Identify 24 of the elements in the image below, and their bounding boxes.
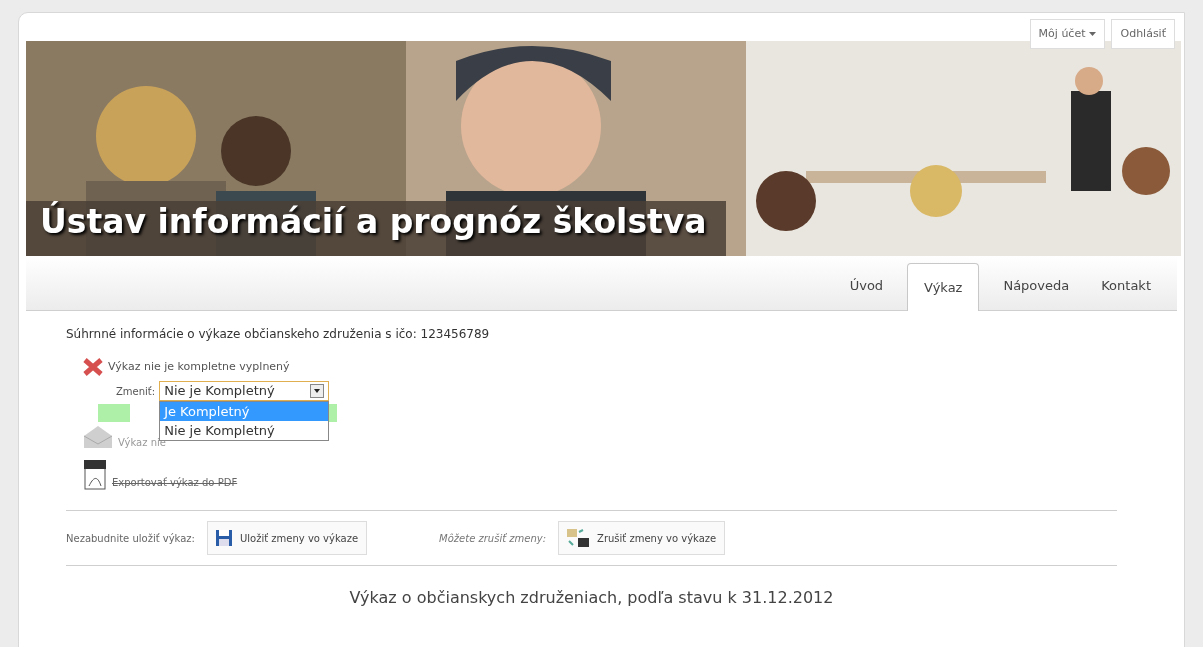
envelope-icon	[82, 424, 114, 450]
status-text: Výkaz nie je kompletne vyplnený	[108, 358, 290, 375]
site-title: Ústav informácií a prognóz školstva	[40, 200, 707, 243]
cancel-button[interactable]: Zrušiť zmeny vo výkaze	[558, 521, 726, 555]
caret-icon	[310, 384, 325, 398]
dropdown-option[interactable]: Nie je Kompletný	[160, 421, 329, 440]
status-select[interactable]: Nie je Kompletný	[159, 381, 330, 401]
pdf-icon	[84, 460, 108, 490]
status-bar-block	[98, 404, 130, 422]
nav-tab[interactable]: Úvod	[833, 262, 900, 310]
logout-button[interactable]: Odhlásiť	[1111, 19, 1175, 49]
summary-heading: Súhrnné informácie o výkaze občianskeho združenia s ičo: 123456789	[66, 326, 491, 343]
cancel-hint: Môžete zrušiť zmeny:	[439, 531, 547, 546]
save-button[interactable]: Uložiť zmeny vo výkaze	[207, 521, 368, 555]
undo-files-icon	[567, 529, 590, 547]
account-menu-button[interactable]: Môj účet	[1029, 19, 1106, 49]
change-label: Zmeniť:	[116, 384, 156, 399]
caret-icon	[1089, 32, 1097, 36]
report-title: Výkaz o občianskych združeniach, podľa stavu k 31.12.2012	[348, 587, 835, 609]
nav-tab[interactable]: Výkaz	[907, 263, 980, 311]
nav-tab[interactable]: Nápoveda	[987, 262, 1086, 310]
export-pdf-link[interactable]: Exportovať výkaz do PDF	[112, 475, 238, 490]
save-hint: Nezabudnite uložiť výkaz:	[66, 531, 195, 546]
nav-tab[interactable]: Kontakt	[1085, 262, 1167, 310]
